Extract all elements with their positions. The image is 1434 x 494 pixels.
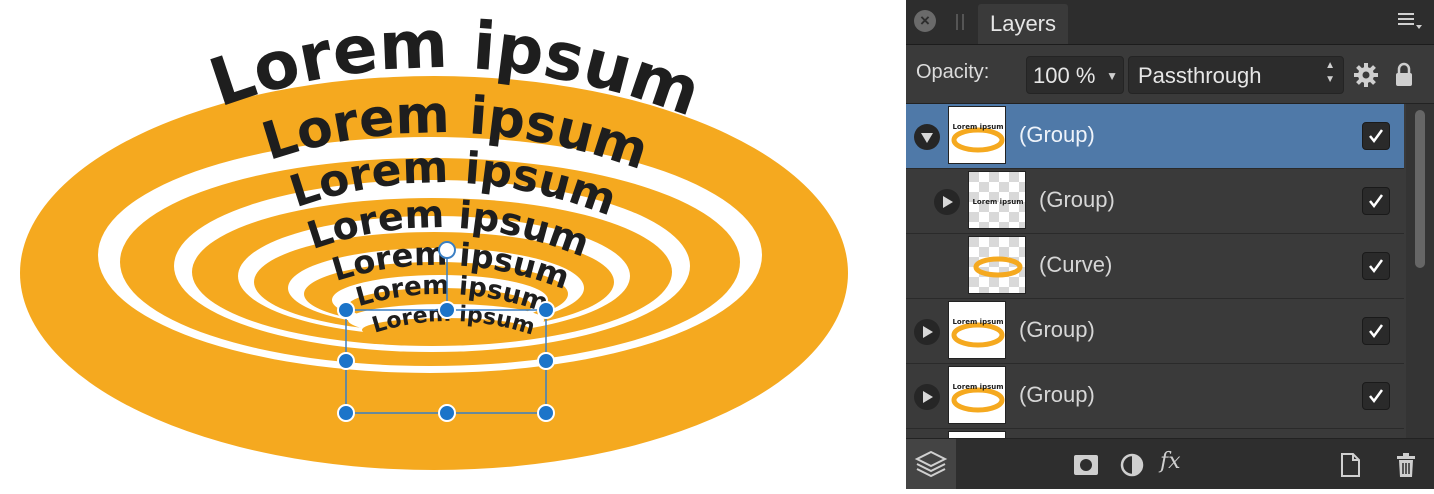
expand-triangle-icon[interactable] <box>934 189 960 215</box>
svg-text:Lorem ipsum: Lorem ipsum <box>972 198 1023 206</box>
layers-stack-icon[interactable] <box>906 439 956 489</box>
layer-name: (Group) <box>1019 122 1095 147</box>
collapse-triangle-icon[interactable] <box>914 124 940 150</box>
trash-icon[interactable] <box>1392 451 1420 479</box>
gear-icon[interactable] <box>1354 63 1378 87</box>
layer-row-partial[interactable] <box>906 429 1404 438</box>
layer-thumbnail: Lorem ipsum <box>948 106 1006 164</box>
drag-grip-icon[interactable] <box>956 14 964 30</box>
svg-text:Lorem ipsum: Lorem ipsum <box>952 123 1003 131</box>
layer-row-group-4[interactable]: Lorem ipsum (Group) <box>906 364 1404 429</box>
fx-icon[interactable]: fx <box>1160 449 1181 474</box>
opacity-row: Opacity: 100 % ▼ Passthrough ▲ ▼ <box>906 45 1434 104</box>
layer-thumbnail: Lorem ipsum <box>948 301 1006 359</box>
layer-list-scrollbar[interactable] <box>1406 104 1434 438</box>
panel-bottom-toolbar: fx <box>906 438 1434 489</box>
resize-handle-top[interactable] <box>438 301 456 319</box>
layer-row-group-3[interactable]: Lorem ipsum (Group) <box>906 299 1404 364</box>
layer-row-group-2[interactable]: Lorem ipsum (Group) <box>906 169 1404 234</box>
svg-text:Lorem ipsum: Lorem ipsum <box>952 318 1003 326</box>
resize-handle-top-right[interactable] <box>537 301 555 319</box>
stepper-arrows-icon: ▲ ▼ <box>1325 60 1335 85</box>
svg-text:Lorem ipsum: Lorem ipsum <box>952 383 1003 391</box>
visibility-checkbox[interactable] <box>1362 252 1390 280</box>
resize-handle-bottom[interactable] <box>438 404 456 422</box>
panel-tab-bar: × Layers <box>906 0 1434 45</box>
panel-menu-icon[interactable] <box>1398 10 1424 32</box>
opacity-value: 100 % <box>1033 63 1096 88</box>
layer-list: Lorem ipsum (Group) Lorem ipsum (Group) <box>906 104 1404 438</box>
layer-row-curve[interactable]: (Curve) <box>906 234 1404 299</box>
layer-name: (Curve) <box>1039 252 1113 277</box>
resize-handle-top-left[interactable] <box>337 301 355 319</box>
visibility-checkbox[interactable] <box>1362 317 1390 345</box>
expand-triangle-icon[interactable] <box>914 384 940 410</box>
visibility-checkbox[interactable] <box>1362 122 1390 150</box>
visibility-checkbox[interactable] <box>1362 382 1390 410</box>
layer-name: (Group) <box>1039 187 1115 212</box>
layer-thumbnail: Lorem ipsum <box>948 366 1006 424</box>
canvas-artwork: Lorem ipsum Lorem ipsum Lorem ipsum Lore… <box>20 6 848 470</box>
document-canvas[interactable]: Lorem ipsum Lorem ipsum Lorem ipsum Lore… <box>0 0 906 488</box>
mask-icon[interactable] <box>1072 451 1100 479</box>
resize-handle-bottom-right[interactable] <box>537 404 555 422</box>
new-document-icon[interactable] <box>1336 451 1364 479</box>
layer-thumbnail: Lorem ipsum <box>968 171 1026 229</box>
expand-triangle-icon[interactable] <box>914 319 940 345</box>
scroll-thumb[interactable] <box>1415 110 1425 268</box>
layer-name: (Group) <box>1019 382 1095 407</box>
blend-mode-select[interactable]: Passthrough ▲ ▼ <box>1128 56 1344 94</box>
opacity-label: Opacity: <box>916 61 990 83</box>
adjustment-icon[interactable] <box>1118 451 1146 479</box>
layers-panel: × Layers Opacity: 100 % ▼ Passthrough ▲ ▼ <box>906 0 1434 489</box>
layer-thumbnail <box>948 431 1006 438</box>
blend-mode-value: Passthrough <box>1138 63 1262 88</box>
tab-layers[interactable]: Layers <box>978 4 1068 44</box>
opacity-input[interactable]: 100 % ▼ <box>1026 56 1124 94</box>
resize-handle-right[interactable] <box>537 352 555 370</box>
close-icon[interactable]: × <box>914 10 936 32</box>
resize-handle-left[interactable] <box>337 352 355 370</box>
layer-row-group-1[interactable]: Lorem ipsum (Group) <box>906 104 1404 169</box>
layer-thumbnail <box>968 236 1026 294</box>
layer-name: (Group) <box>1019 317 1095 342</box>
resize-handle-bottom-left[interactable] <box>337 404 355 422</box>
lock-icon[interactable] <box>1394 61 1414 87</box>
visibility-checkbox[interactable] <box>1362 187 1390 215</box>
chevron-down-icon[interactable]: ▼ <box>1106 57 1118 95</box>
rotation-handle[interactable] <box>438 241 456 259</box>
